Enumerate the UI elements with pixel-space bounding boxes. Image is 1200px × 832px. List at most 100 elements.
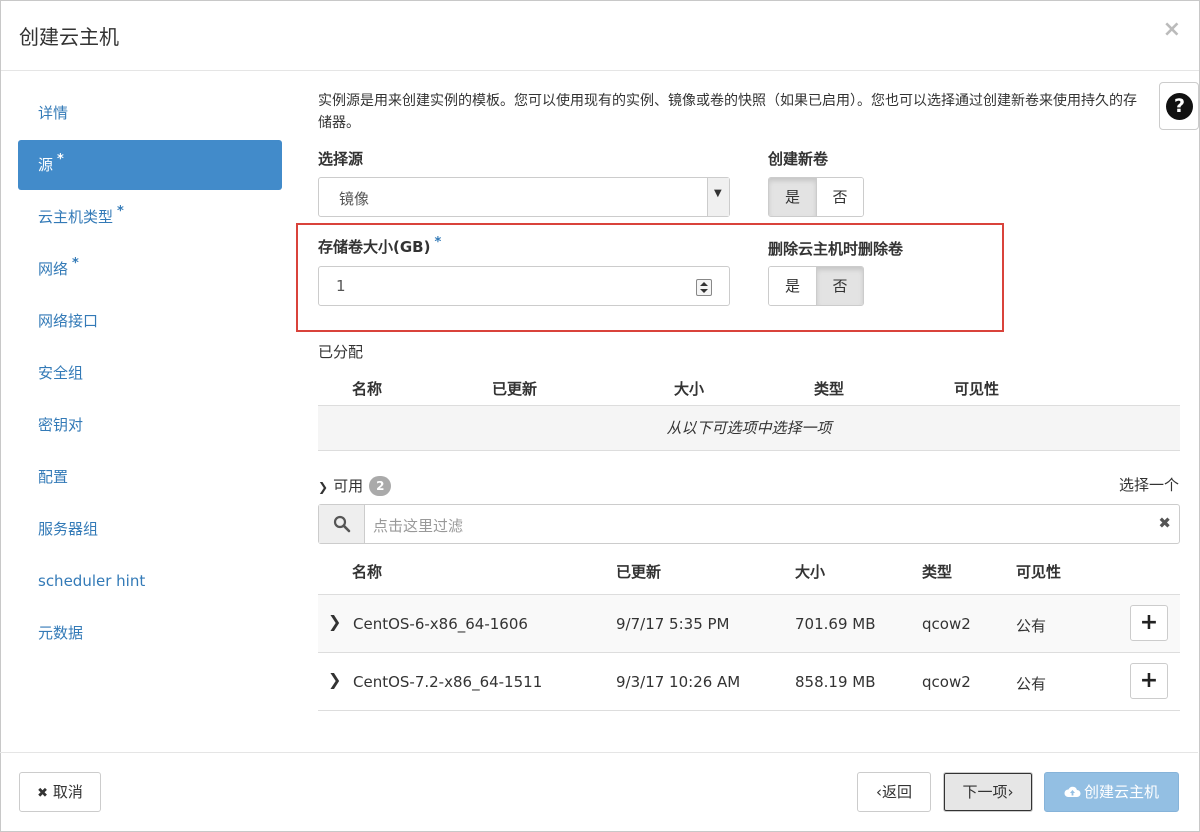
image-visibility: 公有 xyxy=(1016,617,1047,635)
filter-placeholder: 点击这里过滤 xyxy=(373,517,464,535)
clear-filter-icon[interactable]: ✖ xyxy=(1158,514,1171,532)
filter-input[interactable]: 点击这里过滤 ✖ xyxy=(318,504,1180,544)
select-source-value: 镜像 xyxy=(339,190,370,208)
dialog-title: 创建云主机 xyxy=(19,25,119,49)
delete-on-terminate-toggle: 是 否 xyxy=(768,266,864,306)
column-header: 可见性 xyxy=(1016,563,1062,581)
select-source-dropdown[interactable]: 镜像 ▼ xyxy=(318,177,730,217)
nav-item-configuration[interactable]: 配置 xyxy=(18,452,282,502)
allocate-plus-button[interactable]: + xyxy=(1130,605,1168,641)
nav-item-server-groups[interactable]: 服务器组 xyxy=(18,504,282,554)
image-name: CentOS-6-x86_64-1606 xyxy=(353,615,528,633)
nav-item-metadata[interactable]: 元数据 xyxy=(18,608,282,658)
nav-item-source[interactable]: 源 * xyxy=(18,140,282,190)
dropdown-caret: ▼ xyxy=(707,178,729,216)
nav-item-security-groups[interactable]: 安全组 xyxy=(18,348,282,398)
required-marker: * xyxy=(117,204,124,219)
column-header: 大小 xyxy=(795,563,826,581)
nav-item-flavor[interactable]: 云主机类型 * xyxy=(18,192,282,242)
back-label: 返回 xyxy=(881,783,912,801)
nav-item-label: 服务器组 xyxy=(38,520,99,538)
nav-item-label: scheduler hint xyxy=(38,572,146,590)
launch-instance-button[interactable]: 创建云主机 xyxy=(1044,772,1179,812)
question-circle-icon: ? xyxy=(1166,93,1193,120)
nav-item-label: 安全组 xyxy=(38,364,84,382)
column-header: 可见性 xyxy=(954,380,1000,398)
allocated-empty-row: 从以下可选项中选择一项 xyxy=(318,405,1180,451)
back-button[interactable]: ‹返回 xyxy=(857,772,931,812)
image-updated: 9/3/17 10:26 AM xyxy=(616,673,741,691)
column-header: 类型 xyxy=(814,380,845,398)
column-header: 名称 xyxy=(352,380,383,398)
nav-item-network-ports[interactable]: 网络接口 xyxy=(18,296,282,346)
create-volume-label: 创建新卷 xyxy=(768,150,829,168)
cancel-label: 取消 xyxy=(52,783,83,801)
required-marker: * xyxy=(72,256,79,271)
chevron-down-icon: ▼ xyxy=(714,188,722,199)
cloud-upload-icon xyxy=(1064,786,1081,797)
volume-size-input[interactable]: 1 xyxy=(318,266,730,306)
table-row: ❯ CentOS-7.2-x86_64-1511 9/3/17 10:26 AM… xyxy=(318,652,1180,710)
nav-item-label: 云主机类型 xyxy=(38,208,114,226)
available-count-badge: 2 xyxy=(369,476,392,496)
image-visibility: 公有 xyxy=(1016,675,1047,693)
nav-item-label: 配置 xyxy=(38,468,69,486)
nav-item-label: 密钥对 xyxy=(38,416,84,434)
cancel-button[interactable]: ✖ 取消 xyxy=(19,772,101,812)
delete-volume-yes[interactable]: 是 xyxy=(769,267,816,305)
source-intro-text: 实例源是用来创建实例的模板。您可以使用现有的实例、镜像或卷的快照（如果已启用）。… xyxy=(318,93,1137,131)
create-volume-yes[interactable]: 是 xyxy=(769,178,816,216)
allocated-table-header: 名称 已更新 大小 类型 可见性 xyxy=(318,368,1180,406)
help-button[interactable]: ? xyxy=(1159,82,1199,130)
image-type: qcow2 xyxy=(922,615,971,633)
chevron-right-icon: › xyxy=(1007,783,1014,801)
column-header: 名称 xyxy=(352,563,383,581)
table-bottom-border xyxy=(318,710,1180,711)
spinner-down-icon[interactable] xyxy=(700,289,708,293)
allocated-label: 已分配 xyxy=(318,343,364,361)
nav-item-label: 详情 xyxy=(38,104,69,122)
nav-item-label: 源 xyxy=(38,156,54,174)
required-marker: * xyxy=(57,152,64,167)
volume-size-label-text: 存储卷大小(GB) xyxy=(318,238,431,256)
image-size: 858.19 MB xyxy=(795,673,876,691)
nav-item-scheduler-hint[interactable]: scheduler hint xyxy=(18,556,282,606)
required-marker: * xyxy=(434,235,442,250)
next-label: 下一项 xyxy=(962,783,1008,801)
close-icon[interactable]: × xyxy=(1163,17,1181,42)
allocate-plus-button[interactable]: + xyxy=(1130,663,1168,699)
nav-item-label: 网络 xyxy=(38,260,69,278)
available-section-toggle[interactable]: ❯ 可用 2 xyxy=(318,475,392,496)
nav-item-details[interactable]: 详情 xyxy=(18,88,282,138)
launch-label: 创建云主机 xyxy=(1083,783,1159,801)
expand-row-icon[interactable]: ❯ xyxy=(328,670,341,689)
expand-row-icon[interactable]: ❯ xyxy=(328,612,341,631)
next-button[interactable]: 下一项› xyxy=(943,772,1033,812)
select-source-label: 选择源 xyxy=(318,150,364,168)
nav-item-label: 元数据 xyxy=(38,624,84,642)
image-size: 701.69 MB xyxy=(795,615,876,633)
select-one-hint: 选择一个 xyxy=(1118,476,1179,494)
nav-item-networks[interactable]: 网络 * xyxy=(18,244,282,294)
spinner-up-icon[interactable] xyxy=(700,282,708,286)
image-type: qcow2 xyxy=(922,673,971,691)
search-addon xyxy=(319,505,365,543)
search-icon xyxy=(333,515,351,533)
volume-size-value: 1 xyxy=(336,277,346,295)
nav-item-label: 网络接口 xyxy=(38,312,99,330)
column-header: 大小 xyxy=(674,380,705,398)
column-header: 已更新 xyxy=(492,380,538,398)
delete-volume-no[interactable]: 否 xyxy=(816,267,863,305)
chevron-down-icon: ❯ xyxy=(318,480,329,494)
create-volume-toggle: 是 否 xyxy=(768,177,864,217)
available-table-header: 名称 已更新 大小 类型 可见性 xyxy=(318,556,1180,594)
image-name: CentOS-7.2-x86_64-1511 xyxy=(353,673,543,691)
column-header: 类型 xyxy=(922,563,953,581)
delete-on-terminate-label: 删除云主机时删除卷 xyxy=(768,240,904,258)
create-volume-no[interactable]: 否 xyxy=(816,178,863,216)
wizard-nav: 详情 源 * 云主机类型 * 网络 * 网络接口 安全组 密钥对 配置 服务器组 sc… xyxy=(18,88,282,660)
image-updated: 9/7/17 5:35 PM xyxy=(616,615,730,633)
number-spinner[interactable] xyxy=(696,279,712,296)
nav-item-key-pair[interactable]: 密钥对 xyxy=(18,400,282,450)
volume-size-label: 存储卷大小(GB) * xyxy=(318,235,442,257)
